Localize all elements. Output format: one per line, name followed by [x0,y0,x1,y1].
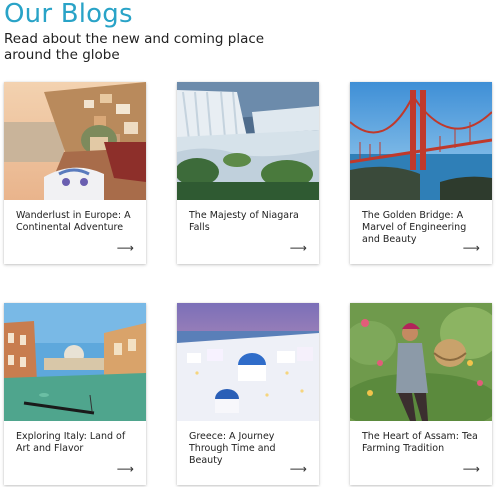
blog-image-assam [350,303,492,421]
blog-image-greece [177,303,319,421]
blog-title: The Heart of Assam: Tea Farming Traditio… [362,431,478,454]
page-title: Our Blogs [4,0,133,29]
arrow-right-icon[interactable]: ⟶ [463,242,480,254]
blog-card-italy[interactable]: Exploring Italy: Land of Art and Flavor … [4,303,146,485]
blog-card-europe[interactable]: Wanderlust in Europe: A Continental Adve… [4,82,146,264]
blog-image-golden-bridge [350,82,492,200]
page-subtitle: Read about the new and coming place arou… [4,31,265,63]
blog-image-italy [4,303,146,421]
arrow-right-icon[interactable]: ⟶ [117,242,134,254]
blog-card-niagara[interactable]: The Majesty of Niagara Falls ⟶ [177,82,319,264]
blog-card-golden-bridge[interactable]: The Golden Bridge: A Marvel of Engineeri… [350,82,492,264]
blog-card-assam[interactable]: The Heart of Assam: Tea Farming Traditio… [350,303,492,485]
arrow-right-icon[interactable]: ⟶ [290,463,307,475]
arrow-right-icon[interactable]: ⟶ [117,463,134,475]
blog-card-greece[interactable]: Greece: A Journey Through Time and Beaut… [177,303,319,485]
blog-title: The Majesty of Niagara Falls [189,210,299,233]
blog-image-europe [4,82,146,200]
blog-grid: Wanderlust in Europe: A Continental Adve… [4,82,496,487]
blog-title: Wanderlust in Europe: A Continental Adve… [16,210,131,233]
arrow-right-icon[interactable]: ⟶ [463,463,480,475]
blogs-header: Our Blogs Read about the new and coming … [4,0,496,63]
blog-image-niagara [177,82,319,200]
arrow-right-icon[interactable]: ⟶ [290,242,307,254]
blog-title: Exploring Italy: Land of Art and Flavor [16,431,126,454]
